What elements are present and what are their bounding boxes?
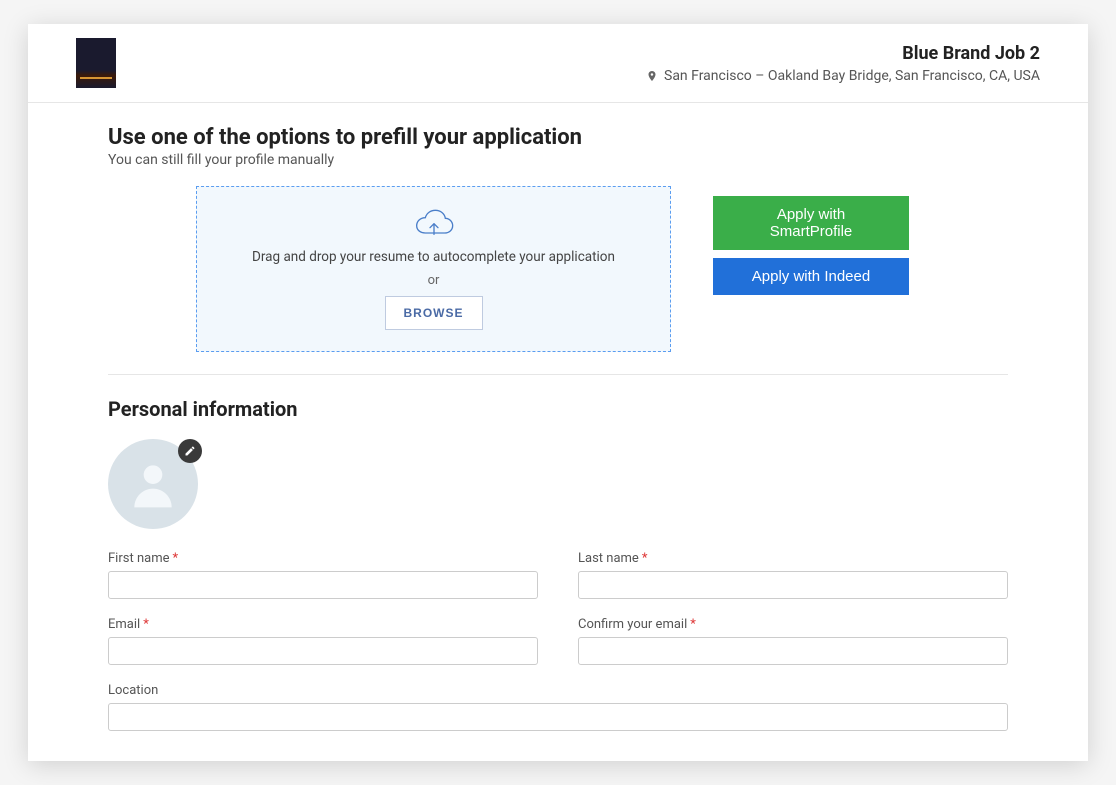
- apply-indeed-button[interactable]: Apply with Indeed: [713, 258, 909, 295]
- confirm-email-field-group: Confirm your email*: [578, 617, 1008, 665]
- last-name-label: Last name*: [578, 551, 1008, 566]
- section-divider: [108, 374, 1008, 375]
- job-location-text: San Francisco – Oakland Bay Bridge, San …: [664, 68, 1040, 84]
- dropzone-or-text: or: [428, 273, 440, 288]
- cloud-upload-icon: [412, 209, 456, 241]
- person-icon: [125, 456, 181, 512]
- location-label-text: Location: [108, 683, 158, 698]
- confirm-email-label-text: Confirm your email: [578, 617, 687, 632]
- application-page: Blue Brand Job 2 San Francisco – Oakland…: [28, 24, 1088, 761]
- job-location: San Francisco – Oakland Bay Bridge, San …: [646, 68, 1040, 84]
- personal-info-heading: Personal information: [108, 397, 1008, 421]
- resume-dropzone[interactable]: Drag and drop your resume to autocomplet…: [196, 186, 671, 352]
- dropzone-instruction: Drag and drop your resume to autocomplet…: [252, 249, 615, 265]
- pencil-icon: [184, 445, 196, 457]
- email-label-text: Email: [108, 617, 140, 632]
- email-label: Email*: [108, 617, 538, 632]
- prefill-heading: Use one of the options to prefill your a…: [108, 125, 1008, 150]
- required-asterisk: *: [172, 551, 178, 566]
- email-field-group: Email*: [108, 617, 538, 665]
- company-logo: [76, 38, 116, 88]
- page-header: Blue Brand Job 2 San Francisco – Oakland…: [28, 24, 1088, 103]
- required-asterisk: *: [642, 551, 648, 566]
- last-name-field-group: Last name*: [578, 551, 1008, 599]
- last-name-input[interactable]: [578, 571, 1008, 599]
- first-name-field-group: First name*: [108, 551, 538, 599]
- avatar-container: [108, 439, 198, 529]
- job-title: Blue Brand Job 2: [646, 43, 1040, 64]
- apply-buttons-group: Apply with SmartProfile Apply with Indee…: [713, 196, 909, 295]
- location-field-group: Location: [108, 683, 1008, 731]
- required-asterisk: *: [690, 617, 696, 632]
- apply-smartprofile-button[interactable]: Apply with SmartProfile: [713, 196, 909, 250]
- email-input[interactable]: [108, 637, 538, 665]
- prefill-subheading: You can still fill your profile manually: [108, 152, 1008, 168]
- personal-info-form: First name* Last name* Email* Confirm yo…: [108, 551, 1008, 731]
- confirm-email-label: Confirm your email*: [578, 617, 1008, 632]
- location-pin-icon: [646, 68, 658, 84]
- first-name-label: First name*: [108, 551, 538, 566]
- location-input[interactable]: [108, 703, 1008, 731]
- header-job-info: Blue Brand Job 2 San Francisco – Oakland…: [646, 43, 1040, 84]
- prefill-options-row: Drag and drop your resume to autocomplet…: [196, 186, 1008, 352]
- first-name-input[interactable]: [108, 571, 538, 599]
- location-label: Location: [108, 683, 1008, 698]
- last-name-label-text: Last name: [578, 551, 639, 566]
- required-asterisk: *: [143, 617, 149, 632]
- first-name-label-text: First name: [108, 551, 169, 566]
- avatar-edit-button[interactable]: [178, 439, 202, 463]
- confirm-email-input[interactable]: [578, 637, 1008, 665]
- browse-button[interactable]: BROWSE: [385, 296, 483, 330]
- content-area: Use one of the options to prefill your a…: [28, 103, 1088, 761]
